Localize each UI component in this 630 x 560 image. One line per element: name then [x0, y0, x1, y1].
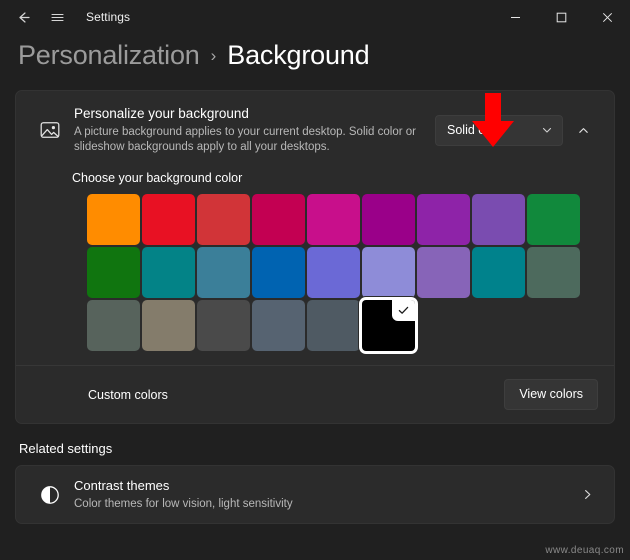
color-swatch-black[interactable] — [362, 300, 415, 351]
choose-background-color-label: Choose your background color — [72, 171, 243, 185]
color-swatch-orchid[interactable] — [417, 247, 470, 298]
breadcrumb: Personalization › Background — [0, 34, 630, 90]
chevron-right-icon — [574, 488, 600, 501]
color-swatch-dark-green[interactable] — [87, 247, 140, 298]
related-setting-description: Color themes for low vision, light sensi… — [74, 498, 293, 510]
color-swatch-periwinkle[interactable] — [307, 247, 360, 298]
color-swatch-red[interactable] — [142, 194, 195, 245]
color-swatch-dark-gray[interactable] — [197, 300, 250, 351]
background-color-section: Choose your background color — [16, 169, 614, 365]
background-type-value: Solid color — [447, 123, 506, 137]
personalize-background-card: Personalize your background A picture ba… — [15, 90, 615, 424]
color-swatch-khaki[interactable] — [142, 300, 195, 351]
color-swatch-brick-red[interactable] — [197, 194, 250, 245]
personalize-background-texts: Personalize your background A picture ba… — [68, 105, 435, 156]
related-setting-contrast-themes[interactable]: Contrast themes Color themes for low vis… — [15, 465, 615, 524]
maximize-button[interactable] — [538, 0, 584, 34]
personalize-background-header: Personalize your background A picture ba… — [16, 91, 614, 169]
settings-window: Settings Personalization › Background Pe… — [0, 0, 630, 560]
expander-collapse-button[interactable] — [566, 115, 600, 146]
color-swatch-green[interactable] — [527, 194, 580, 245]
chevron-down-icon — [541, 124, 553, 136]
color-swatch-light-purple[interactable] — [472, 194, 525, 245]
color-swatch-magenta[interactable] — [307, 194, 360, 245]
color-swatch-slate-gray[interactable] — [307, 300, 360, 351]
custom-colors-row: Custom colors View colors — [16, 366, 614, 423]
color-swatch-teal-dark[interactable] — [472, 247, 525, 298]
breadcrumb-separator-icon: › — [210, 46, 217, 65]
color-swatch-teal[interactable] — [142, 247, 195, 298]
picture-icon — [32, 118, 68, 142]
contrast-icon — [32, 484, 68, 506]
background-color-grid — [16, 194, 614, 351]
color-swatch-crimson[interactable] — [252, 194, 305, 245]
color-swatch-purple-dark[interactable] — [362, 194, 415, 245]
color-swatch-blue-gray[interactable] — [252, 300, 305, 351]
view-colors-button[interactable]: View colors — [504, 379, 598, 410]
checkmark-icon — [392, 300, 415, 321]
custom-colors-label: Custom colors — [88, 387, 168, 402]
breadcrumb-parent[interactable]: Personalization — [18, 40, 200, 71]
color-swatch-light-blue[interactable] — [362, 247, 415, 298]
site-watermark: www.deuaq.com — [545, 545, 624, 556]
color-swatch-purple[interactable] — [417, 194, 470, 245]
related-setting-title: Contrast themes — [74, 478, 170, 493]
color-swatch-olive-gray[interactable] — [87, 300, 140, 351]
color-swatch-blue[interactable] — [252, 247, 305, 298]
minimize-button[interactable] — [492, 0, 538, 34]
window-controls — [492, 0, 630, 34]
background-type-dropdown[interactable]: Solid color — [435, 114, 563, 146]
settings-content: Personalize your background A picture ba… — [0, 90, 630, 524]
related-settings-heading: Related settings — [19, 441, 113, 456]
back-arrow-icon[interactable] — [6, 2, 40, 32]
title-bar: Settings — [0, 0, 630, 34]
hamburger-menu-icon[interactable] — [40, 2, 74, 32]
personalize-background-title: Personalize your background — [74, 105, 249, 121]
personalize-background-description: A picture background applies to your cur… — [74, 125, 416, 154]
related-setting-texts: Contrast themes Color themes for low vis… — [68, 477, 574, 512]
page-title: Background — [227, 40, 370, 70]
color-swatch-orange[interactable] — [87, 194, 140, 245]
color-swatch-steel-blue[interactable] — [197, 247, 250, 298]
close-button[interactable] — [584, 0, 630, 34]
color-swatch-slate-green[interactable] — [527, 247, 580, 298]
window-title: Settings — [86, 10, 131, 24]
